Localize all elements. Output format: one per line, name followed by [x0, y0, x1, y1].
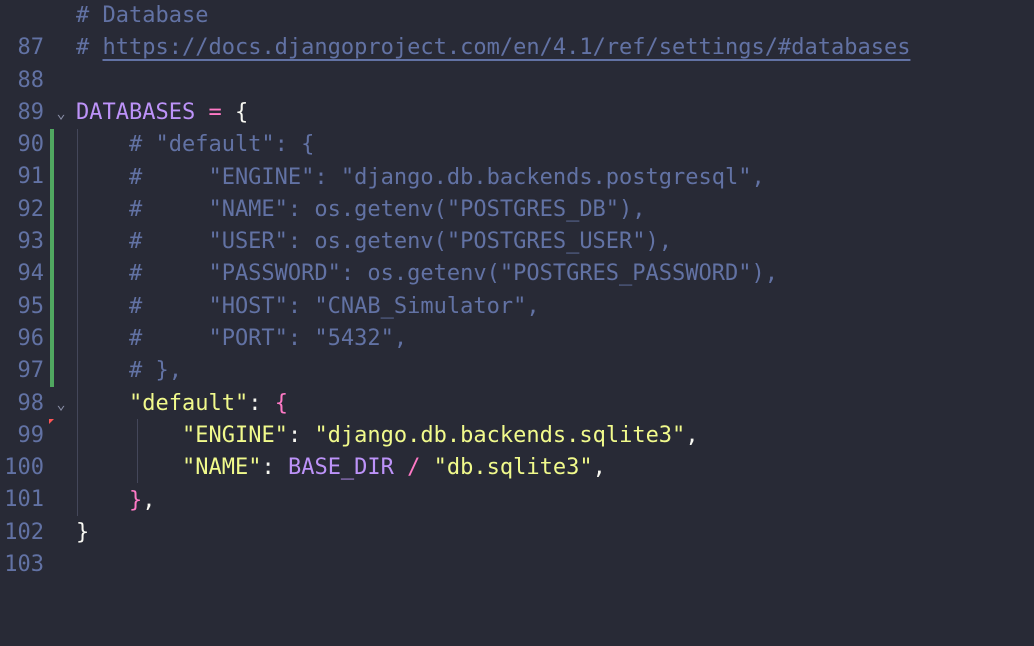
code-text: # Database: [76, 3, 209, 28]
code-line[interactable]: 87 # Database: [0, 0, 1034, 60]
code-text: "ENGINE": "django.db.backends.sqlite3",: [181, 422, 699, 448]
fold-chevron-icon[interactable]: ⌄: [54, 97, 68, 129]
code-line[interactable]: 101 "NAME": BASE_DIR / "db.sqlite3",: [0, 452, 1034, 512]
code-text: }: [76, 519, 90, 545]
code-text: # "PASSWORD": os.getenv("POSTGRES_PASSWO…: [76, 261, 778, 287]
code-text: "default": {: [128, 390, 288, 416]
code-text: # },: [76, 358, 182, 384]
fold-chevron-icon[interactable]: ⌄: [54, 388, 68, 420]
code-line[interactable]: 89: [0, 65, 1034, 125]
code-line[interactable]: 93 # "NAME": os.getenv("POSTGRES_DB"),: [0, 194, 1034, 254]
code-text: # "NAME": os.getenv("POSTGRES_DB"),: [76, 196, 646, 222]
code-line[interactable]: 91 # "default": {: [0, 129, 1034, 189]
code-text: # "PORT": "5432",: [76, 326, 408, 351]
code-text: # "USER": os.getenv("POSTGRES_USER"),: [76, 229, 673, 255]
code-text: # https://docs.djangoproject.com/en/4.1/…: [76, 35, 911, 61]
code-line[interactable]: 98 # },: [0, 355, 1034, 415]
code-line[interactable]: 96 # "HOST": "CNAB_Simulator",: [0, 291, 1034, 351]
docs-link[interactable]: https://docs.djangoproject.com/en/4.1/re…: [103, 35, 911, 60]
code-line[interactable]: 92 # "ENGINE": "django.db.backends.postg…: [0, 162, 1034, 222]
code-text: },: [128, 487, 156, 513]
line-number: 103: [4, 552, 44, 578]
code-line[interactable]: 90 ⌄ DATABASES = {: [0, 97, 1034, 157]
code-line[interactable]: 97 # "PORT": "5432",: [0, 323, 1034, 383]
code-line[interactable]: 100 "ENGINE": "django.db.backends.sqlite…: [0, 420, 1034, 480]
code-line[interactable]: 88 # https://docs.djangoproject.com/en/4…: [0, 32, 1034, 92]
code-line[interactable]: 99 ⌄ "default": {: [0, 388, 1034, 448]
code-text: # "default": {: [76, 132, 315, 158]
code-text: # "HOST": "CNAB_Simulator",: [76, 293, 540, 319]
code-line[interactable]: 102 },: [0, 485, 1034, 545]
code-text: DATABASES = {: [76, 99, 249, 125]
code-text: # "ENGINE": "django.db.backends.postgres…: [76, 164, 765, 190]
code-line[interactable]: 95 # "PASSWORD": os.getenv("POSTGRES_PAS…: [0, 258, 1034, 318]
code-editor[interactable]: 87 # Database 88 # https://docs.djangopr…: [0, 0, 1034, 577]
code-line[interactable]: 94 # "USER": os.getenv("POSTGRES_USER"),: [0, 226, 1034, 286]
code-text: "NAME": BASE_DIR / "db.sqlite3",: [181, 455, 606, 481]
code-line[interactable]: 103 }: [0, 517, 1034, 577]
